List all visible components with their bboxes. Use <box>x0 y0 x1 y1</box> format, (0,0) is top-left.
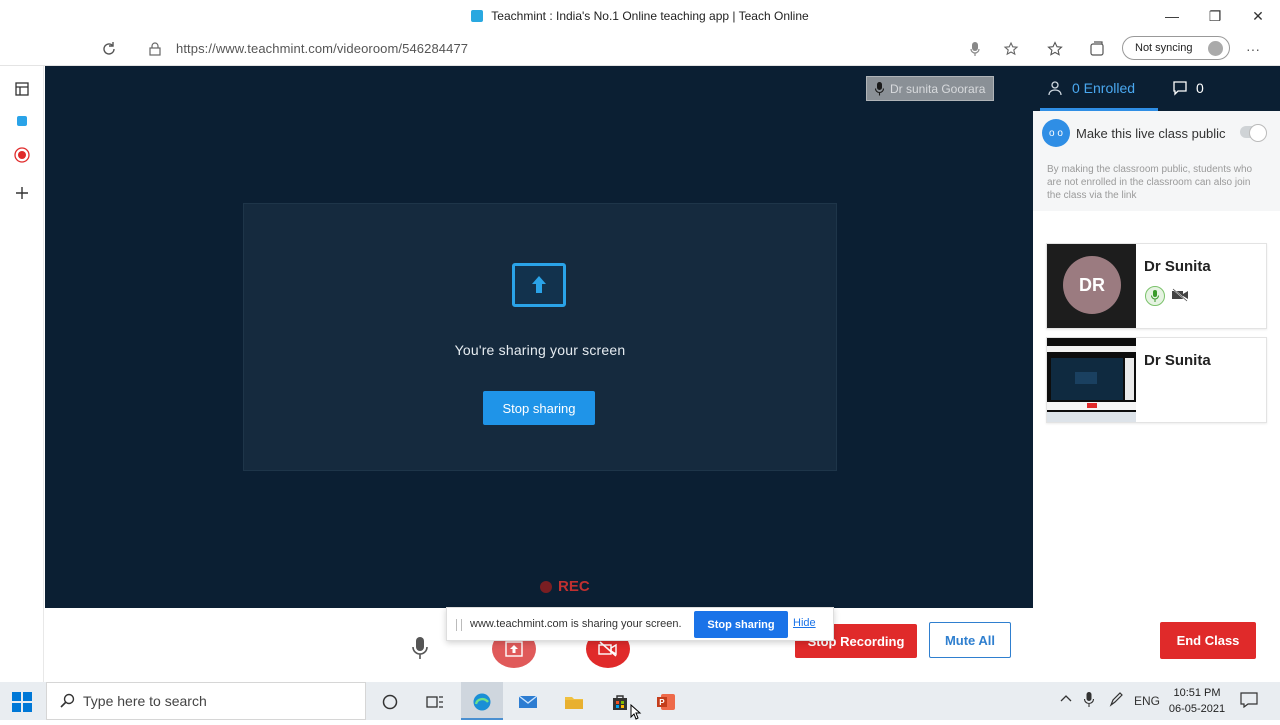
chat-bubble-icon <box>1172 80 1188 96</box>
address-bar-url[interactable]: https://www.teachmint.com/videoroom/5462… <box>176 41 468 56</box>
clock-time: 10:51 PM <box>1173 687 1221 699</box>
lock-icon[interactable] <box>144 38 166 60</box>
show-hidden-icons-icon[interactable] <box>1060 692 1072 706</box>
camera-off-icon[interactable] <box>1171 287 1189 305</box>
cortana-icon[interactable] <box>378 690 402 714</box>
participant-status <box>1145 286 1189 306</box>
sync-status-label: Not syncing <box>1135 42 1193 54</box>
window-title-bar: Teachmint : India's No.1 Online teaching… <box>0 0 1280 32</box>
public-class-toggle[interactable] <box>1240 124 1267 142</box>
favorites-star-icon[interactable] <box>1044 38 1066 60</box>
active-speaker-tag: Dr sunita Goorara <box>866 76 994 101</box>
tray-microphone-icon[interactable] <box>1083 692 1095 711</box>
clock-date: 06-05-2021 <box>1168 703 1226 715</box>
recording-dot-icon <box>540 580 552 593</box>
rec-label: REC <box>558 578 590 595</box>
close-window-button[interactable]: ✕ <box>1236 0 1280 32</box>
taskbar-search-box[interactable]: Type here to search <box>46 682 366 720</box>
share-notice-message: www.teachmint.com is sharing your screen… <box>470 618 682 630</box>
record-icon[interactable] <box>11 144 33 166</box>
browser-share-notice: www.teachmint.com is sharing your screen… <box>446 607 834 641</box>
enrolled-label: 0 Enrolled <box>1072 80 1136 96</box>
mute-all-button[interactable]: Mute All <box>929 622 1011 658</box>
mail-icon[interactable] <box>516 690 540 714</box>
collections-icon[interactable] <box>1086 38 1108 60</box>
public-class-label: Make this live class public <box>1076 126 1226 141</box>
link-icon: o o <box>1042 119 1070 147</box>
participant-name: Dr Sunita <box>1144 258 1211 275</box>
search-placeholder: Type here to search <box>83 693 207 709</box>
sharing-status-text: You're sharing your screen <box>454 342 626 358</box>
pen-icon[interactable] <box>1108 692 1124 711</box>
avatar: DR <box>1063 256 1121 314</box>
maximize-button[interactable]: ❐ <box>1193 0 1237 32</box>
svg-text:P: P <box>659 698 665 707</box>
taskbar-clock[interactable]: 10:51 PM 06-05-2021 <box>1168 685 1226 717</box>
tab-chat[interactable]: 0 <box>1172 80 1204 96</box>
mic-on-icon[interactable] <box>1145 286 1165 306</box>
people-icon <box>1048 80 1064 96</box>
screen-share-permission-icon[interactable] <box>1000 38 1022 60</box>
microphone-icon[interactable] <box>408 634 432 662</box>
upload-screen-icon <box>512 263 566 307</box>
file-explorer-icon[interactable] <box>562 690 586 714</box>
search-icon <box>59 693 75 713</box>
participant-name: Dr Sunita <box>1144 352 1211 369</box>
more-options-icon[interactable]: ··· <box>1242 38 1264 60</box>
end-class-button[interactable]: End Class <box>1160 622 1256 659</box>
participant-video-thumb: DR <box>1047 244 1136 328</box>
minimize-button[interactable]: — <box>1150 0 1194 32</box>
add-icon[interactable] <box>11 182 33 204</box>
edge-browser-icon[interactable] <box>470 690 494 714</box>
microphone-permission-icon[interactable] <box>964 38 986 60</box>
profile-sync-button[interactable]: Not syncing <box>1122 36 1230 60</box>
task-view-icon[interactable] <box>423 690 447 714</box>
notice-stop-sharing-button[interactable]: Stop sharing <box>694 611 788 638</box>
whiteboard-icon[interactable] <box>11 78 33 100</box>
stop-sharing-button[interactable]: Stop sharing <box>483 391 595 425</box>
profile-avatar <box>1208 41 1223 56</box>
window-title: Teachmint : India's No.1 Online teaching… <box>491 9 809 23</box>
participant-card[interactable]: Dr Sunita <box>1046 337 1267 423</box>
tab-enrolled[interactable]: 0 Enrolled <box>1048 80 1135 96</box>
language-indicator[interactable]: ENG <box>1134 694 1160 708</box>
chat-count: 0 <box>1196 80 1204 96</box>
public-class-description: By making the classroom public, students… <box>1047 164 1253 201</box>
notifications-icon[interactable] <box>1240 692 1258 711</box>
drag-handle-icon[interactable] <box>456 619 462 631</box>
mouse-cursor-icon <box>630 703 642 725</box>
screen-share-icon[interactable] <box>11 110 33 132</box>
store-icon[interactable] <box>608 690 632 714</box>
left-toolbar <box>0 66 44 682</box>
speaker-name: Dr sunita Goorara <box>890 81 986 96</box>
windows-start-icon[interactable] <box>12 692 32 712</box>
screen-share-card <box>243 203 837 471</box>
participant-card[interactable]: DR Dr Sunita <box>1046 243 1267 329</box>
refresh-icon[interactable] <box>98 38 120 60</box>
hide-notice-link[interactable]: Hide <box>793 617 816 629</box>
teachmint-favicon-icon <box>471 10 484 22</box>
recording-indicator: REC <box>540 578 590 595</box>
screen-preview-icon <box>1047 346 1136 422</box>
powerpoint-icon[interactable]: P <box>654 690 678 714</box>
browser-toolbar: https://www.teachmint.com/videoroom/5462… <box>0 32 1280 66</box>
screen-share-thumbnail <box>1047 338 1136 422</box>
speaker-mic-icon <box>875 81 884 96</box>
